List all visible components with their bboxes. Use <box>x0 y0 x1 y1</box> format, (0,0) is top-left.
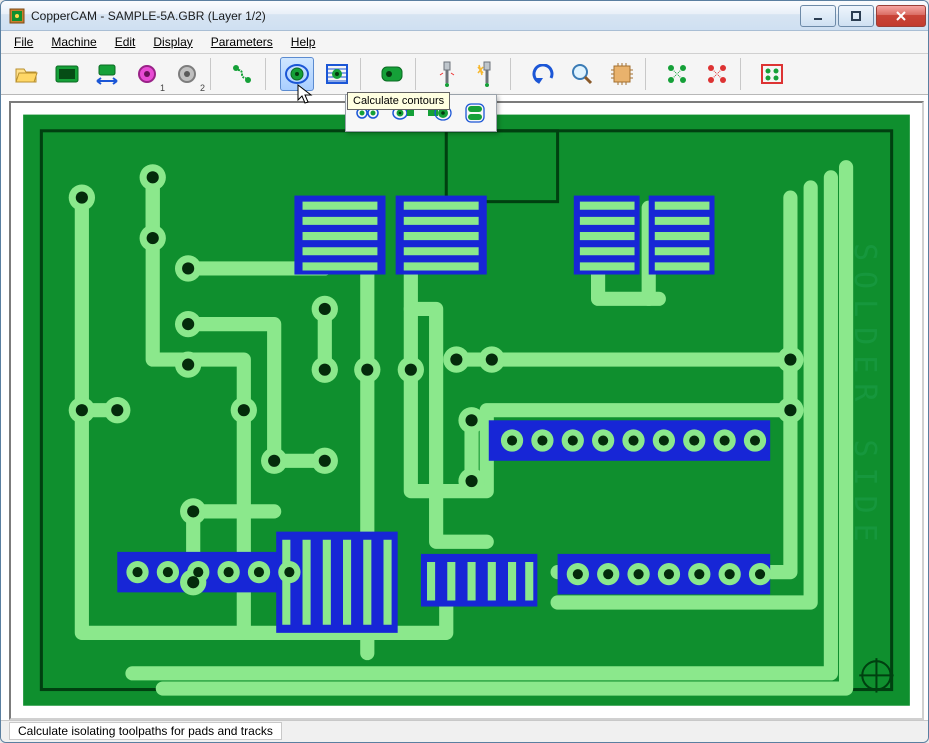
pcb-render <box>11 103 922 717</box>
contour-slot-icon <box>464 103 486 123</box>
board-view-button[interactable] <box>50 57 84 91</box>
select-icon <box>760 63 784 85</box>
folder-open-icon <box>14 63 40 85</box>
titlebar: CopperCAM - SAMPLE-5A.GBR (Layer 1/2) <box>1 1 928 31</box>
zoom-button[interactable] <box>565 57 599 91</box>
outline-icon <box>379 64 405 84</box>
undo-icon <box>529 64 555 84</box>
outline-cut-button[interactable] <box>375 57 409 91</box>
close-button[interactable] <box>876 5 926 27</box>
status-text: Calculate isolating toolpaths for pads a… <box>9 722 282 740</box>
toolbar: 1 2 <box>1 54 928 96</box>
toolbar-separator <box>360 58 369 90</box>
calculate-contours-button[interactable] <box>280 57 314 91</box>
layer-badge-1: 1 <box>160 83 165 93</box>
menu-parameters[interactable]: Parameters <box>202 32 282 52</box>
nodes-green-button[interactable] <box>660 57 694 91</box>
menu-help[interactable]: Help <box>282 32 325 52</box>
contours-icon <box>284 62 310 86</box>
layer-2-button[interactable]: 2 <box>170 57 204 91</box>
track-icon <box>230 62 254 86</box>
nodes-icon <box>666 63 688 85</box>
board-icon <box>54 64 80 84</box>
nodes-red-button[interactable] <box>700 57 734 91</box>
statusbar: Calculate isolating toolpaths for pads a… <box>1 720 928 742</box>
toolbar-separator <box>210 58 219 90</box>
maximize-button[interactable] <box>838 5 874 27</box>
chip-icon <box>610 62 634 86</box>
toolbar-separator <box>510 58 519 90</box>
layer-1-button[interactable]: 1 <box>130 57 164 91</box>
canvas-area: SOLDER SIDE <box>1 95 928 719</box>
menubar: File Machine Edit Display Parameters Hel… <box>1 31 928 53</box>
window-title: CopperCAM - SAMPLE-5A.GBR (Layer 1/2) <box>31 9 798 23</box>
mill-button[interactable] <box>470 57 504 91</box>
drill-button[interactable] <box>430 57 464 91</box>
undo-button[interactable] <box>525 57 559 91</box>
open-file-button[interactable] <box>10 57 44 91</box>
menu-file[interactable]: File <box>5 32 42 52</box>
toolbar-separator <box>265 58 274 90</box>
nodes-icon <box>706 63 728 85</box>
pcb-silk-text: SOLDER SIDE <box>847 243 882 552</box>
toolbar-separator <box>645 58 654 90</box>
toolbar-separator <box>740 58 749 90</box>
sub-contour-slot-button[interactable] <box>459 98 491 128</box>
app-icon <box>9 8 25 24</box>
drill-icon <box>436 61 458 87</box>
toolbar-separator <box>415 58 424 90</box>
layer-dot-icon <box>136 63 158 85</box>
flip-horizontal-button[interactable] <box>90 57 124 91</box>
menu-machine[interactable]: Machine <box>42 32 105 52</box>
minimize-button[interactable] <box>800 5 836 27</box>
hatching-button[interactable] <box>320 57 354 91</box>
viewport[interactable]: SOLDER SIDE <box>9 101 924 719</box>
track-edit-button[interactable] <box>225 57 259 91</box>
app-window: CopperCAM - SAMPLE-5A.GBR (Layer 1/2) Fi… <box>0 0 929 743</box>
tooltip: Calculate contours <box>347 92 450 110</box>
mill-icon <box>475 61 499 87</box>
chip-preview-button[interactable] <box>605 57 639 91</box>
select-area-button[interactable] <box>755 57 789 91</box>
flip-icon <box>93 63 121 85</box>
magnifier-icon <box>570 62 594 86</box>
menu-display[interactable]: Display <box>144 32 201 52</box>
layer-dot-icon <box>176 63 198 85</box>
layer-badge-2: 2 <box>200 83 205 93</box>
hatching-icon <box>324 62 350 86</box>
menu-edit[interactable]: Edit <box>106 32 145 52</box>
